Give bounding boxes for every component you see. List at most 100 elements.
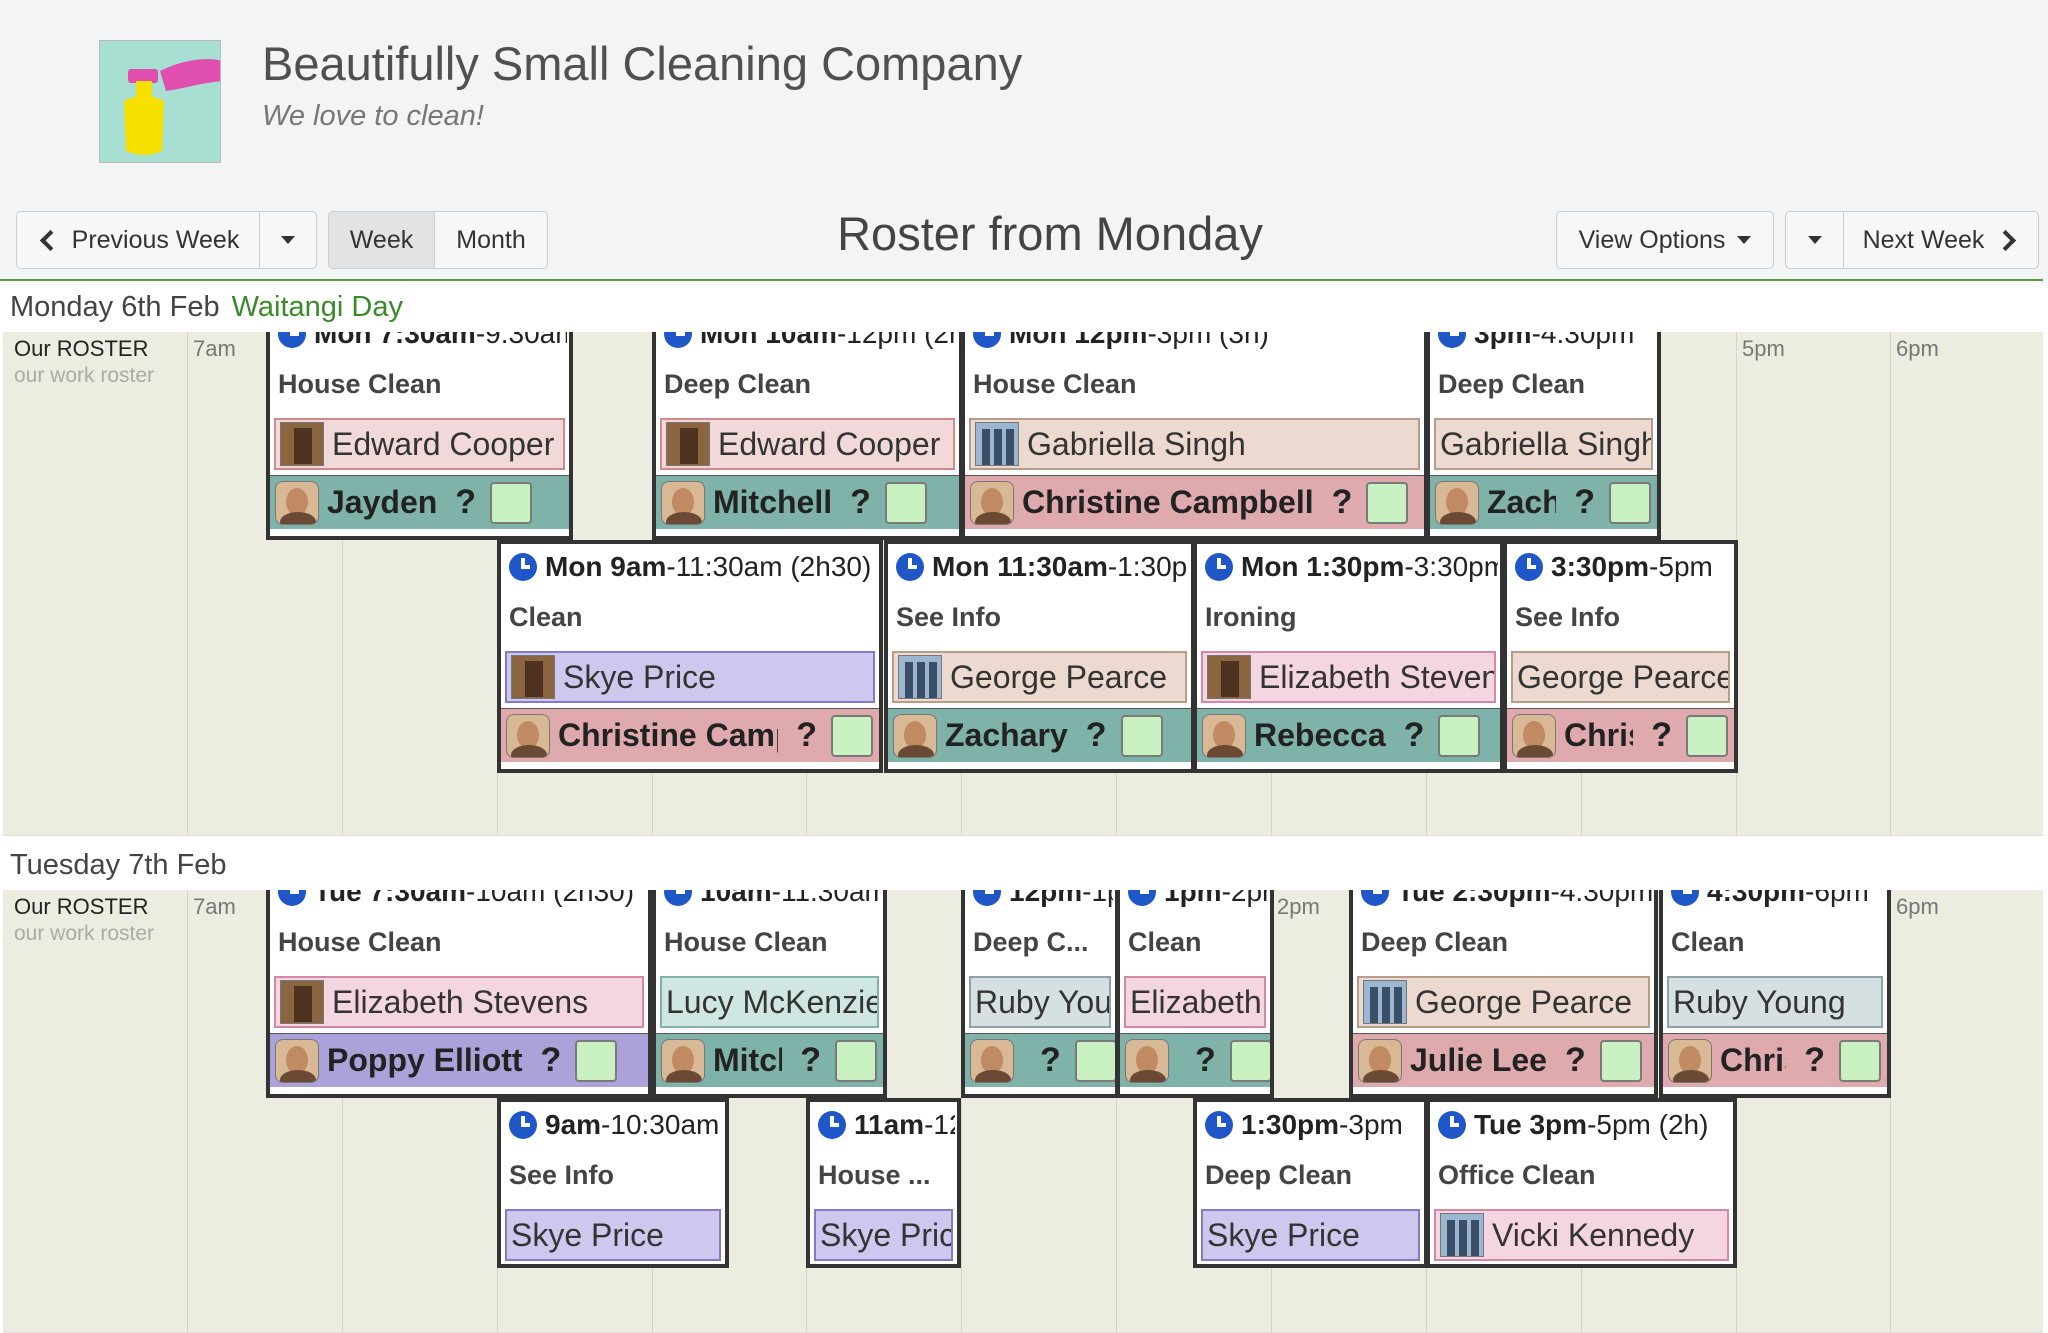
staff-row[interactable]: Zachary? [1120,1033,1270,1087]
staff-row[interactable]: Poppy Elliott? [270,1033,648,1087]
client-badge[interactable]: Ruby Young [1667,976,1883,1028]
roster-job-card[interactable]: Mon 7:30am-9:30am House Clean Edward Coope… [266,332,573,540]
week-view-button[interactable]: Week [328,211,435,269]
confirm-checkbox[interactable] [1599,1039,1642,1082]
job-start-time: Mon 12pm [1009,332,1148,349]
client-badge[interactable]: Lucy McKenzie [660,976,879,1028]
question-mark-icon[interactable]: ? [850,483,871,522]
roster-job-card[interactable]: Mon 11:30am-1:30pm See Info George Pearce Z… [884,540,1195,773]
question-mark-icon[interactable]: ? [800,1041,821,1080]
roster-job-card[interactable]: Tue 3pm -5pm (2h) Office Clean Vicki Kenned… [1426,1098,1737,1268]
job-start-time: Mon 9am [545,551,667,582]
roster-job-card[interactable]: 10am -11:30am House Clean Lucy McKenzie Mitc… [652,890,887,1098]
confirm-checkbox[interactable] [1366,481,1409,524]
confirm-checkbox[interactable] [1686,714,1728,757]
client-badge[interactable]: Elizabeth Stevens [1124,976,1266,1028]
clock-icon [1671,890,1699,906]
staff-row[interactable]: Rebecca? [1197,708,1500,762]
roster-job-card[interactable]: 9am -10:30am See Info Skye Price [497,1098,729,1268]
staff-row[interactable]: Julie Lee? [1353,1033,1654,1087]
confirm-checkbox[interactable] [1074,1039,1115,1082]
clock-icon [278,332,306,348]
roster-job-card[interactable]: Mon 1:30pm -3:30pm Ironing Elizabeth Steven… [1193,540,1504,773]
staff-row[interactable]: Christine? [1663,1033,1887,1087]
roster-job-card[interactable]: Mon 9am -11:30am (2h30) Clean Skye Price Chr… [497,540,883,773]
previous-week-button[interactable]: Previous Week [16,211,260,269]
roster-job-card[interactable]: 1pm-2pm Clean Elizabeth Stevens Zachary? [1116,890,1274,1098]
roster-job-card[interactable]: 3:30pm-5pm See Info George Pearce Christine… [1503,540,1738,773]
view-options-button[interactable]: View Options [1556,211,1774,269]
clock-icon [1205,553,1233,581]
question-mark-icon[interactable]: ? [455,483,476,522]
confirm-checkbox[interactable] [1609,481,1651,524]
previous-week-dropdown[interactable] [259,211,317,269]
day-date: Monday 6th Feb [10,291,220,323]
question-mark-icon[interactable]: ? [1651,716,1672,755]
client-badge[interactable]: Gabriella Singh [1434,418,1653,470]
staff-row[interactable]: Mitchell? [656,475,959,529]
clock-icon [1438,332,1466,348]
question-mark-icon[interactable]: ? [1574,483,1595,522]
staff-row[interactable]: Zachary? [1430,475,1657,529]
question-mark-icon[interactable]: ? [1086,716,1107,755]
client-badge[interactable]: Elizabeth Stevens [1201,651,1496,703]
confirm-checkbox[interactable] [490,481,533,524]
confirm-checkbox[interactable] [1839,1039,1881,1082]
roster-job-card[interactable]: 1:30pm -3pm Deep Clean Skye Price [1193,1098,1428,1268]
question-mark-icon[interactable]: ? [1804,1041,1825,1080]
staff-row[interactable]: Christine Campbell? [965,475,1424,529]
client-badge[interactable]: George Pearce [892,651,1187,703]
client-badge[interactable]: Ruby Young [969,976,1111,1028]
question-mark-icon[interactable]: ? [1404,716,1425,755]
next-week-dropdown[interactable] [1785,211,1844,269]
next-week-button[interactable]: Next Week [1843,211,2039,269]
client-door-icon [280,980,324,1024]
roster-job-card[interactable]: Tue 7:30am -10am (2h30) House Clean Elizabe… [266,890,652,1098]
header-divider [0,279,2043,281]
client-badge[interactable]: Skye Price [505,651,875,703]
roster-job-card[interactable]: Mon 12pm -3pm (3h) House Clean Gabriella Si… [961,332,1428,540]
question-mark-icon[interactable]: ? [1332,483,1353,522]
roster-job-card[interactable]: 3pm-4:30pm Deep Clean Gabriella Singh Zacha… [1426,332,1661,540]
job-end-time: -11:30am (2h30) [666,551,872,582]
job-time: Mon 9am -11:30am (2h30) [509,550,877,584]
roster-job-card[interactable]: 12pm-1pm Deep C... Ruby Young Rebecca? [961,890,1119,1098]
question-mark-icon[interactable]: ? [1040,1041,1061,1080]
month-view-button[interactable]: Month [434,211,548,269]
question-mark-icon[interactable]: ? [1195,1041,1216,1080]
roster-job-card[interactable]: 4:30pm-6pm Clean Ruby Young Christine? [1659,890,1891,1098]
client-badge[interactable]: George Pearce [1357,976,1650,1028]
client-name: Ruby Young [975,983,1111,1020]
staff-row[interactable]: Jayden? [270,475,569,529]
roster-job-card[interactable]: Tue 2:30pm -4:30pm Deep Clean George Pearce… [1349,890,1658,1098]
client-badge[interactable]: Gabriella Singh [969,418,1420,470]
staff-row[interactable]: Christine Campbell? [501,708,879,762]
roster-job-card[interactable]: 11am-12pm House ... Skye Price [806,1098,961,1268]
question-mark-icon[interactable]: ? [541,1041,562,1080]
confirm-checkbox[interactable] [835,1039,877,1082]
client-badge[interactable]: Edward Cooper [660,418,955,470]
client-badge[interactable]: Vicki Kennedy [1434,1209,1729,1261]
client-badge[interactable]: Elizabeth Stevens [274,976,644,1028]
client-badge[interactable]: Edward Cooper [274,418,565,470]
client-badge[interactable]: Skye Price [505,1209,721,1261]
staff-row[interactable]: Christine? [1507,708,1734,762]
job-start-time: 12pm [1009,890,1083,907]
client-badge[interactable]: Skye Price [814,1209,953,1261]
confirm-checkbox[interactable] [1438,714,1481,757]
question-mark-icon[interactable]: ? [1565,1041,1586,1080]
staff-row[interactable]: Mitchell? [656,1033,883,1087]
job-time: Mon 10am-12pm (2h) [664,332,957,351]
job-end-time: -3pm (3h) [1147,332,1269,349]
client-badge[interactable]: George Pearce [1511,651,1730,703]
question-mark-icon[interactable]: ? [796,716,817,755]
client-badge[interactable]: Skye Price [1201,1209,1420,1261]
confirm-checkbox[interactable] [831,714,873,757]
confirm-checkbox[interactable] [575,1039,618,1082]
confirm-checkbox[interactable] [884,481,927,524]
confirm-checkbox[interactable] [1120,714,1163,757]
confirm-checkbox[interactable] [1229,1039,1270,1082]
staff-row[interactable]: Rebecca? [965,1033,1115,1087]
staff-row[interactable]: Zachary? [888,708,1191,762]
roster-job-card[interactable]: Mon 10am-12pm (2h) Deep Clean Edward Coope… [652,332,963,540]
